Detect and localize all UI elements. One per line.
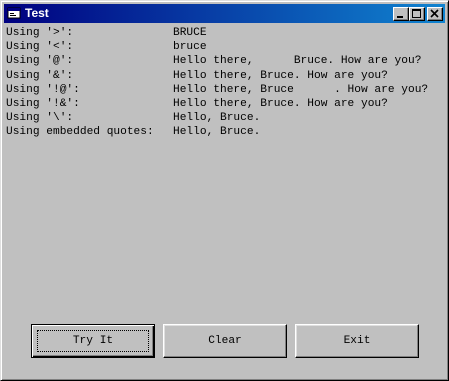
- output-line: Using '!@': Hello there, Bruce . How are …: [6, 83, 446, 97]
- output-line: Using '!&': Hello there, Bruce. How are y…: [6, 97, 446, 111]
- output-label: Using '@':: [6, 55, 74, 68]
- output-label: Using embedded quotes:: [6, 126, 154, 139]
- exit-button[interactable]: Exit: [295, 324, 419, 358]
- output-label: Using '<':: [6, 41, 74, 54]
- maximize-button[interactable]: [409, 7, 425, 21]
- output-line: Using '@': Hello there, Bruce. How are yo…: [6, 54, 446, 68]
- minimize-icon: [397, 16, 403, 18]
- output-value: Hello there, Bruce. How are you?: [173, 69, 388, 82]
- output-label: Using '!@':: [6, 83, 80, 96]
- output-line: Using '>': BRUCE: [6, 26, 446, 40]
- output-value: Hello, Bruce.: [173, 112, 261, 125]
- close-button[interactable]: [427, 7, 443, 21]
- close-icon: [430, 9, 439, 18]
- output-line: Using embedded quotes: Hello, Bruce.: [6, 125, 446, 139]
- window-title: Test: [25, 6, 49, 20]
- clear-label: Clear: [208, 335, 242, 347]
- output-label: Using '>':: [6, 27, 74, 39]
- output-line: Using '\': Hello, Bruce.: [6, 111, 446, 125]
- output-label: Using '\':: [6, 112, 74, 125]
- try-it-button[interactable]: Try It: [31, 324, 155, 358]
- output-line: Using '&': Hello there, Bruce. How are yo…: [6, 69, 446, 83]
- output-value: BRUCE: [173, 27, 207, 39]
- output-line: Using '<': bruce: [6, 40, 446, 54]
- output-value: bruce: [173, 41, 207, 54]
- minimize-button[interactable]: [393, 7, 409, 21]
- app-window-icon[interactable]: [7, 6, 21, 20]
- output-label: Using '&':: [6, 69, 74, 82]
- try-it-label: Try It: [72, 335, 114, 347]
- output-value: Hello there, Bruce. How are you?: [173, 55, 422, 68]
- output-value: Hello there, Bruce . How are you?: [173, 83, 429, 96]
- exit-label: Exit: [343, 335, 371, 347]
- output-label: Using '!&':: [6, 97, 80, 110]
- title-bar[interactable]: Test: [4, 4, 445, 23]
- output-value: Hello, Bruce.: [173, 126, 261, 139]
- output-value: Hello there, Bruce. How are you?: [173, 97, 388, 110]
- maximize-icon: [412, 9, 421, 18]
- clear-button[interactable]: Clear: [163, 324, 287, 358]
- app-window: Test Using '>': BRUCE Using '<': bruce Usi…: [0, 0, 449, 381]
- output-text-area: Using '>': BRUCE Using '<': bruce Using '@…: [6, 26, 446, 140]
